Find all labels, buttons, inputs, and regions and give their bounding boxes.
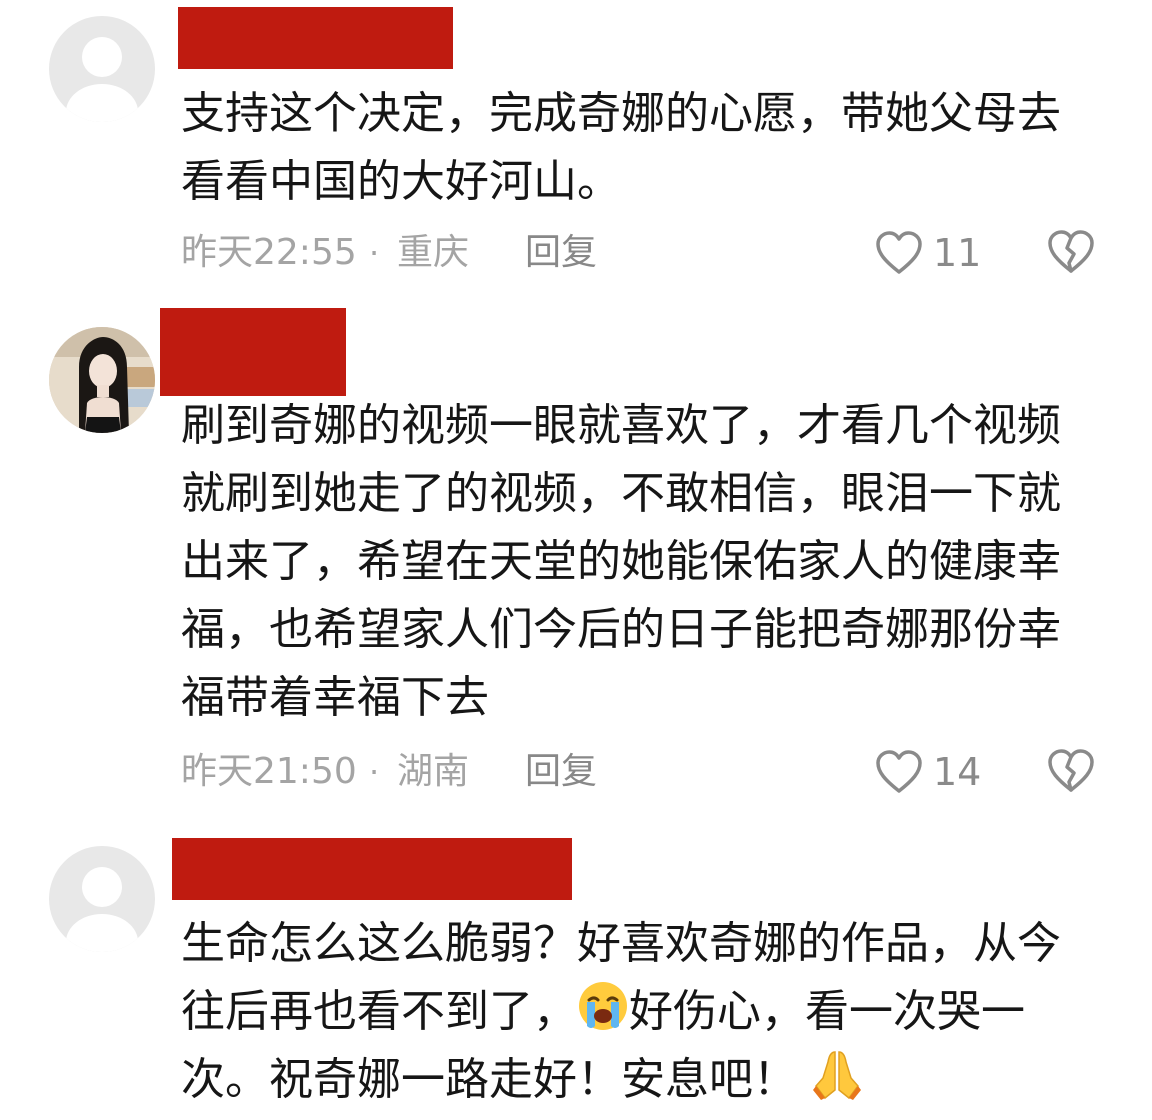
meta-separator: · (369, 753, 380, 791)
comment-meta: 昨天21:50 · 湖南 回复 14 (181, 747, 1111, 797)
crying-face-emoji (577, 980, 629, 1032)
folded-hands-emoji (811, 1048, 863, 1100)
username-redacted (178, 7, 453, 69)
avatar[interactable] (49, 846, 155, 952)
comment-region: 湖南 (397, 751, 470, 792)
avatar[interactable] (49, 16, 155, 122)
username-redacted (160, 308, 346, 396)
like-count: 11 (933, 231, 982, 275)
comment-time: 昨天22:55 (181, 232, 357, 273)
comment-text: 支持这个决定，完成奇娜的心愿，带她父母去看看中国的大好河山。 (181, 88, 1061, 207)
comment-text: 刷到奇娜的视频一眼就喜欢了，才看几个视频就刷到她走了的视频，不敢相信，眼泪一下就… (181, 400, 1061, 723)
heart-outline-icon (876, 750, 922, 793)
username-redacted (172, 838, 572, 900)
dislike-button[interactable] (1047, 748, 1095, 796)
like-count: 14 (933, 750, 982, 794)
avatar[interactable] (49, 327, 155, 433)
default-avatar-icon (66, 37, 138, 122)
reply-button[interactable]: 回复 (525, 228, 597, 278)
reply-button[interactable]: 回复 (525, 747, 597, 797)
default-avatar-icon (66, 867, 138, 952)
dislike-button[interactable] (1047, 229, 1095, 277)
comment-region: 重庆 (397, 232, 470, 273)
comment-meta: 昨天22:55 · 重庆 回复 11 (181, 228, 1111, 278)
profile-photo (49, 327, 155, 433)
meta-separator: · (369, 234, 380, 272)
heart-outline-icon (876, 231, 922, 274)
comment-time: 昨天21:50 (181, 751, 357, 792)
comment-text: 生命怎么这么脆弱？好喜欢奇娜的作品，从今往后再也看不到了， 好伤心，看一次哭一次。… (181, 910, 1086, 1114)
broken-heart-icon (1048, 749, 1094, 792)
broken-heart-icon (1048, 230, 1094, 273)
